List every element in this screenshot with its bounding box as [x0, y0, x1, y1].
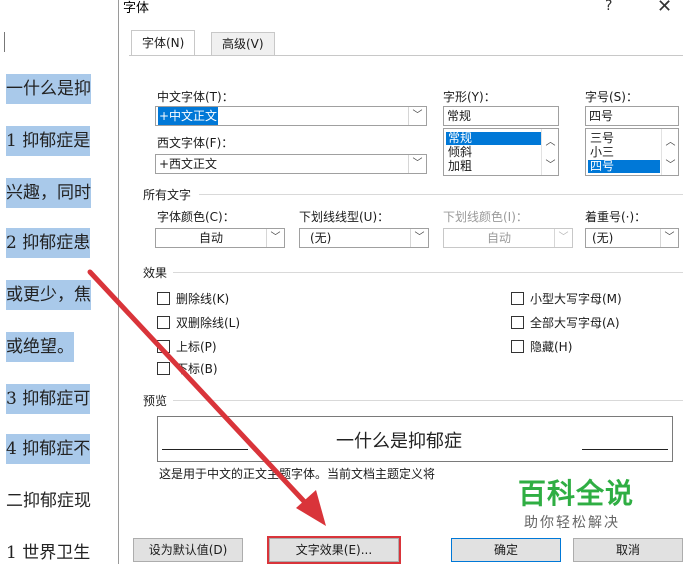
tab-divider [129, 55, 683, 56]
close-icon[interactable]: ✕ [657, 0, 672, 17]
watermark-brand: 百科全说 [518, 477, 635, 510]
doc-line[interactable]: 1 世界卫生 [6, 538, 90, 564]
help-button[interactable]: ? [605, 0, 612, 14]
underline-color-label: 下划线颜色(I)： [443, 210, 528, 224]
text-cursor [4, 32, 5, 52]
doc-line[interactable]: 或绝望。 [6, 332, 74, 362]
chevron-down-icon[interactable]: ﹀ [662, 156, 678, 171]
chevron-up-icon[interactable]: ︿ [542, 133, 558, 148]
ok-button[interactable]: 确定 [451, 538, 561, 562]
doc-line[interactable]: 1 抑郁症是 [6, 126, 91, 156]
size-input[interactable]: 四号 [585, 106, 679, 126]
list-item[interactable]: 小三 [588, 146, 616, 159]
size-label: 字号(S)： [585, 90, 638, 104]
subscript-checkbox[interactable]: 下标(B) [157, 360, 218, 377]
superscript-checkbox[interactable]: 上标(P) [157, 338, 217, 355]
watermark-logo: 百科全说 助你轻松解决 [494, 470, 664, 536]
checkbox-label: 双删除线(L) [176, 316, 241, 330]
chevron-down-icon[interactable]: ﹀ [266, 229, 284, 247]
chevron-down-icon[interactable]: ﹀ [542, 156, 558, 171]
checkbox-label: 全部大写字母(A) [530, 316, 620, 330]
font-color-label: 字体颜色(C)： [157, 210, 235, 224]
checkbox-box[interactable] [511, 316, 524, 329]
doc-line[interactable]: 一什么是抑 [6, 74, 91, 104]
strikethrough-checkbox[interactable]: 删除线(K) [157, 290, 229, 307]
preview-underline-right [582, 449, 668, 450]
list-item[interactable]: 常规 [446, 132, 542, 145]
list-item[interactable]: 三号 [588, 132, 616, 145]
preview-box: 一什么是抑郁症 [157, 416, 673, 462]
hidden-checkbox[interactable]: 隐藏(H) [511, 338, 572, 355]
chinese-font-label: 中文字体(T)： [157, 90, 234, 104]
scrollbar[interactable]: ︿ ﹀ [661, 129, 678, 175]
chevron-down-icon[interactable]: ﹀ [408, 155, 426, 173]
group-divider [173, 272, 683, 273]
checkbox-box[interactable] [157, 340, 170, 353]
checkbox-label: 隐藏(H) [530, 340, 573, 354]
font-color-value: 自动 [198, 231, 223, 245]
underline-style-value: (无) [310, 231, 332, 245]
chevron-down-icon: ﹀ [554, 229, 572, 247]
list-item[interactable]: 倾斜 [446, 146, 474, 159]
underline-color-combo: 自动 ﹀ [443, 228, 573, 248]
emphasis-combo[interactable]: (无) ﹀ [585, 228, 679, 248]
checkbox-box[interactable] [511, 292, 524, 305]
font-color-combo[interactable]: 自动 ﹀ [155, 228, 285, 248]
doc-line[interactable]: 或更少，焦 [6, 280, 91, 310]
all-caps-checkbox[interactable]: 全部大写字母(A) [511, 314, 620, 331]
checkbox-label: 删除线(K) [176, 292, 230, 306]
western-font-label: 西文字体(F)： [157, 136, 234, 150]
checkbox-box[interactable] [157, 362, 170, 375]
style-list[interactable]: 常规 倾斜 加粗 ︿ ﹀ [443, 128, 559, 176]
dialog-title: 字体 [123, 1, 150, 16]
underline-style-label: 下划线线型(U)： [299, 210, 390, 224]
checkbox-box[interactable] [157, 316, 170, 329]
all-text-group-title: 所有文字 [143, 188, 192, 202]
style-label: 字形(Y)： [443, 90, 496, 104]
preview-description: 这是用于中文的正文主题字体。当前文档主题定义将 [159, 467, 436, 481]
size-list[interactable]: 三号 小三 四号 ︿ ﹀ [585, 128, 679, 176]
checkbox-box[interactable] [511, 340, 524, 353]
western-font-combo[interactable]: +西文正文 ﹀ [155, 154, 427, 174]
emphasis-value: (无) [592, 231, 614, 245]
chinese-font-value: +中文正文 [158, 107, 219, 125]
effects-group-title: 效果 [143, 266, 168, 280]
underline-color-value: 自动 [486, 231, 511, 245]
text-effects-button[interactable]: 文字效果(E)... [267, 536, 401, 564]
chevron-up-icon[interactable]: ︿ [662, 133, 678, 148]
doc-line[interactable]: 2 抑郁症患 [6, 228, 91, 258]
group-divider [199, 194, 683, 195]
preview-underline-left [162, 449, 248, 450]
underline-style-combo[interactable]: (无) ﹀ [299, 228, 429, 248]
scrollbar[interactable]: ︿ ﹀ [541, 129, 558, 175]
tab-advanced[interactable]: 高级(V) [211, 32, 275, 56]
checkbox-label: 下标(B) [176, 362, 218, 376]
double-strikethrough-checkbox[interactable]: 双删除线(L) [157, 314, 240, 331]
doc-line[interactable]: 二抑郁症现 [6, 486, 91, 516]
tab-font[interactable]: 字体(N) [131, 30, 196, 56]
checkbox-label: 上标(P) [176, 340, 217, 354]
small-caps-checkbox[interactable]: 小型大写字母(M) [511, 290, 622, 307]
style-input[interactable]: 常规 [443, 106, 559, 126]
chinese-font-combo[interactable]: +中文正文 ﹀ [155, 106, 427, 126]
western-font-value: +西文正文 [159, 157, 218, 171]
preview-text: 一什么是抑郁症 [336, 431, 462, 452]
list-item[interactable]: 四号 [588, 160, 660, 173]
checkbox-label: 小型大写字母(M) [530, 292, 622, 306]
doc-line[interactable]: 3 抑郁症可 [6, 384, 91, 414]
checkbox-box[interactable] [157, 292, 170, 305]
watermark-slogan: 助你轻松解决 [524, 515, 620, 531]
list-item[interactable]: 加粗 [446, 160, 474, 173]
chevron-down-icon[interactable]: ﹀ [410, 229, 428, 247]
chevron-down-icon[interactable]: ﹀ [408, 107, 426, 125]
set-default-button[interactable]: 设为默认值(D) [133, 538, 243, 562]
preview-group-title: 预览 [143, 394, 168, 408]
cancel-button[interactable]: 取消 [573, 538, 683, 562]
doc-line[interactable]: 4 抑郁症不 [6, 434, 91, 464]
doc-line[interactable]: 兴趣，同时 [6, 178, 91, 208]
chevron-down-icon[interactable]: ﹀ [660, 229, 678, 247]
emphasis-label: 着重号(·)： [585, 210, 647, 224]
group-divider [173, 400, 683, 401]
